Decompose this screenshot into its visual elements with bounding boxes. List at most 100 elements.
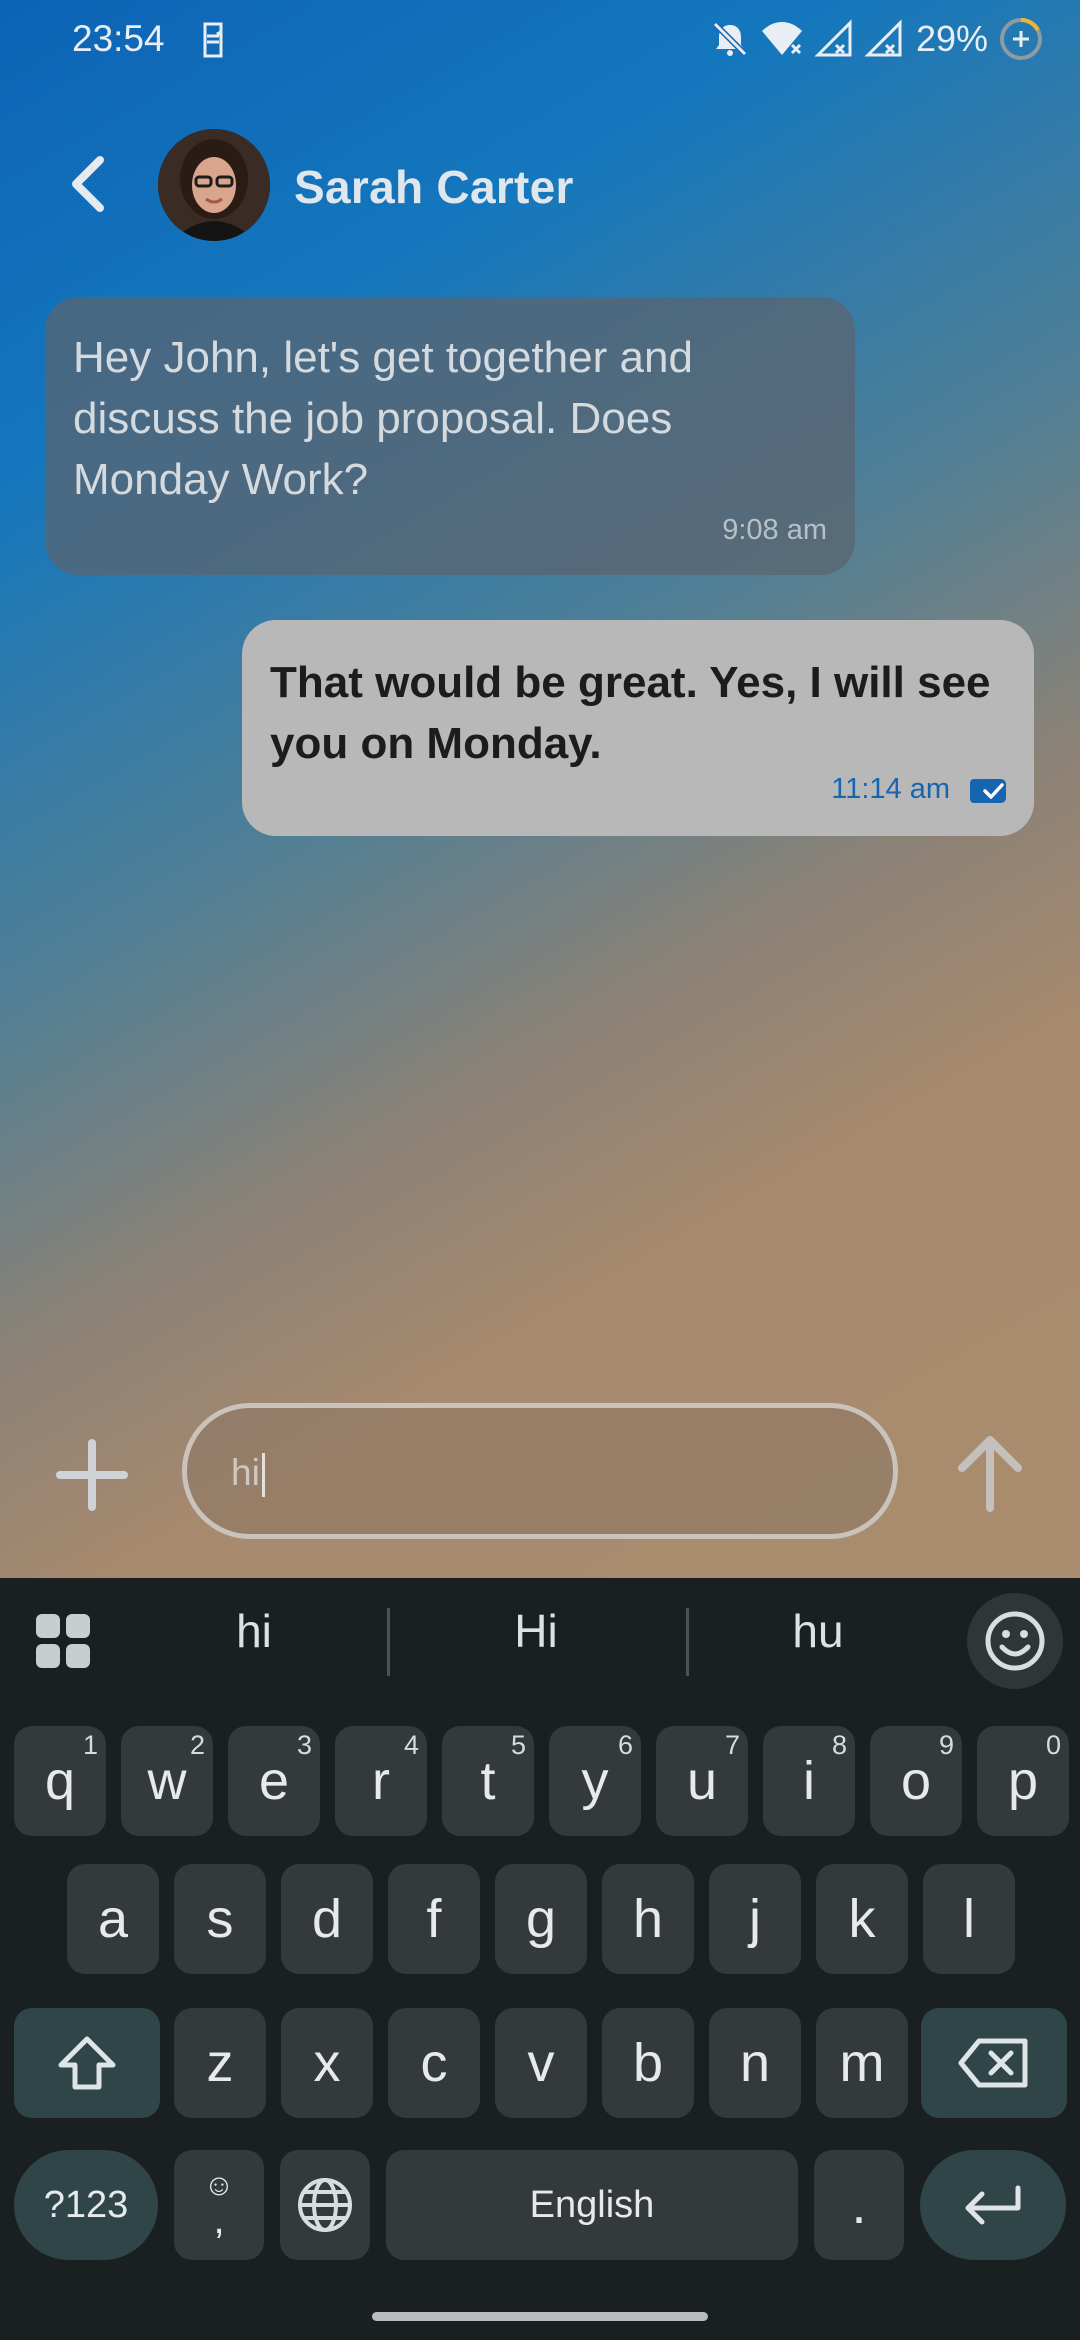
- key-j[interactable]: j: [709, 1864, 801, 1974]
- home-indicator[interactable]: [372, 2312, 708, 2321]
- key-label: n: [739, 2033, 771, 2093]
- period-key[interactable]: .: [814, 2150, 904, 2260]
- key-n[interactable]: n: [709, 2008, 801, 2118]
- key-label: x: [313, 2033, 341, 2093]
- chat-screen: 23:54 29% Sarah Carter Hey John, let's g…: [0, 0, 1080, 1578]
- backspace-key[interactable]: [921, 2008, 1067, 2118]
- suggestion-2[interactable]: Hi: [446, 1604, 626, 1658]
- comma-label: ,: [213, 2198, 225, 2242]
- key-i[interactable]: i8: [763, 1726, 855, 1836]
- on-screen-keyboard: hi Hi hu ?123 ☺ , English . q 1 w 2 e 3 …: [0, 1578, 1080, 2340]
- key-label: t: [480, 1751, 496, 1811]
- key-label: h: [632, 1889, 664, 1949]
- read-receipt-icon: [970, 779, 1006, 803]
- key-label: b: [632, 2033, 664, 2093]
- suggestion-bar: hi Hi hu: [0, 1578, 1080, 1702]
- key-u[interactable]: u7: [656, 1726, 748, 1836]
- key-hint: 8: [831, 1730, 847, 1760]
- key-c[interactable]: c: [388, 2008, 480, 2118]
- key-m[interactable]: m: [816, 2008, 908, 2118]
- key-label: a: [97, 1889, 129, 1949]
- key-y[interactable]: y6: [549, 1726, 641, 1836]
- shift-key[interactable]: [14, 2008, 160, 2118]
- space-key[interactable]: English: [386, 2150, 798, 2260]
- key-label: d: [311, 1889, 343, 1949]
- symbols-key[interactable]: ?123: [14, 2150, 158, 2260]
- key-x[interactable]: x: [281, 2008, 373, 2118]
- key-k[interactable]: k: [816, 1864, 908, 1974]
- contact-name[interactable]: Sarah Carter: [294, 160, 574, 214]
- key-label: g: [525, 1889, 557, 1949]
- key-g[interactable]: g: [495, 1864, 587, 1974]
- globe-icon: [298, 2178, 352, 2232]
- key-label: o: [900, 1751, 932, 1811]
- key-label: i: [803, 1751, 815, 1811]
- key-label: u: [686, 1751, 718, 1811]
- shift-icon: [58, 2036, 116, 2090]
- message-bubble-incoming[interactable]: Hey John, let's get together and discuss…: [45, 297, 855, 575]
- key-o[interactable]: o9: [870, 1726, 962, 1836]
- key-label: r: [372, 1751, 390, 1811]
- key-a[interactable]: a: [67, 1864, 159, 1974]
- key-f[interactable]: f: [388, 1864, 480, 1974]
- suggestion-divider: [686, 1608, 689, 1676]
- add-attachment-button[interactable]: [54, 1437, 130, 1513]
- suggestion-3[interactable]: hu: [728, 1604, 908, 1658]
- key-p[interactable]: p0: [977, 1726, 1069, 1836]
- status-time: 23:54: [72, 18, 165, 59]
- key-d[interactable]: d: [281, 1864, 373, 1974]
- message-bubble-outgoing[interactable]: That would be great. Yes, I will see you…: [242, 620, 1034, 836]
- key-t[interactable]: t5: [442, 1726, 534, 1836]
- key-r[interactable]: r4: [335, 1726, 427, 1836]
- key-l[interactable]: l: [923, 1864, 1015, 1974]
- key-label: c: [420, 2033, 448, 2093]
- key-hint: 7: [724, 1730, 740, 1760]
- key-hint: 0: [1045, 1730, 1061, 1760]
- key-e[interactable]: e3: [228, 1726, 320, 1836]
- enter-icon: [965, 2185, 1021, 2225]
- message-text: Hey John, let's get together and discuss…: [73, 333, 693, 504]
- key-label: l: [963, 1889, 975, 1949]
- emoji-icon: [985, 1611, 1045, 1671]
- battery-saver-icon: [1000, 17, 1042, 60]
- contact-avatar[interactable]: [158, 129, 270, 241]
- key-hint: 6: [617, 1730, 633, 1760]
- enter-key[interactable]: [920, 2150, 1066, 2260]
- key-w[interactable]: w2: [121, 1726, 213, 1836]
- key-label: p: [1007, 1751, 1039, 1811]
- key-hint: 4: [403, 1730, 419, 1760]
- key-b[interactable]: b: [602, 2008, 694, 2118]
- suggestion-divider: [387, 1608, 390, 1676]
- suggestion-1[interactable]: hi: [164, 1604, 344, 1658]
- message-input[interactable]: hi: [182, 1403, 898, 1539]
- message-input-value: hi: [231, 1452, 265, 1498]
- key-q[interactable]: q1: [14, 1726, 106, 1836]
- key-hint: 1: [82, 1730, 98, 1760]
- sim-icon: [203, 22, 223, 58]
- key-v[interactable]: v: [495, 2008, 587, 2118]
- backspace-icon: [958, 2038, 1028, 2088]
- key-hint: 5: [510, 1730, 526, 1760]
- comma-key[interactable]: ☺ ,: [174, 2150, 264, 2260]
- key-label: j: [749, 1889, 761, 1949]
- key-label: q: [44, 1751, 76, 1811]
- key-label: m: [839, 2033, 885, 2093]
- key-label: z: [206, 2033, 234, 2093]
- key-hint: 3: [296, 1730, 312, 1760]
- back-button[interactable]: [54, 150, 122, 218]
- message-timestamp: 11:14 am: [831, 773, 950, 805]
- key-hint: 2: [189, 1730, 205, 1760]
- globe-key[interactable]: [280, 2150, 370, 2260]
- key-label: k: [848, 1889, 876, 1949]
- signal-icon-2: [864, 19, 902, 57]
- mute-bell-icon: [712, 21, 748, 57]
- send-button[interactable]: [950, 1430, 1030, 1514]
- key-z[interactable]: z: [174, 2008, 266, 2118]
- apps-grid-icon[interactable]: [34, 1612, 92, 1670]
- key-s[interactable]: s: [174, 1864, 266, 1974]
- emoji-button[interactable]: [967, 1593, 1063, 1689]
- key-h[interactable]: h: [602, 1864, 694, 1974]
- emoji-icon: ☺: [203, 2169, 235, 2202]
- message-text: That would be great. Yes, I will see you…: [270, 658, 991, 768]
- key-label: e: [258, 1751, 290, 1811]
